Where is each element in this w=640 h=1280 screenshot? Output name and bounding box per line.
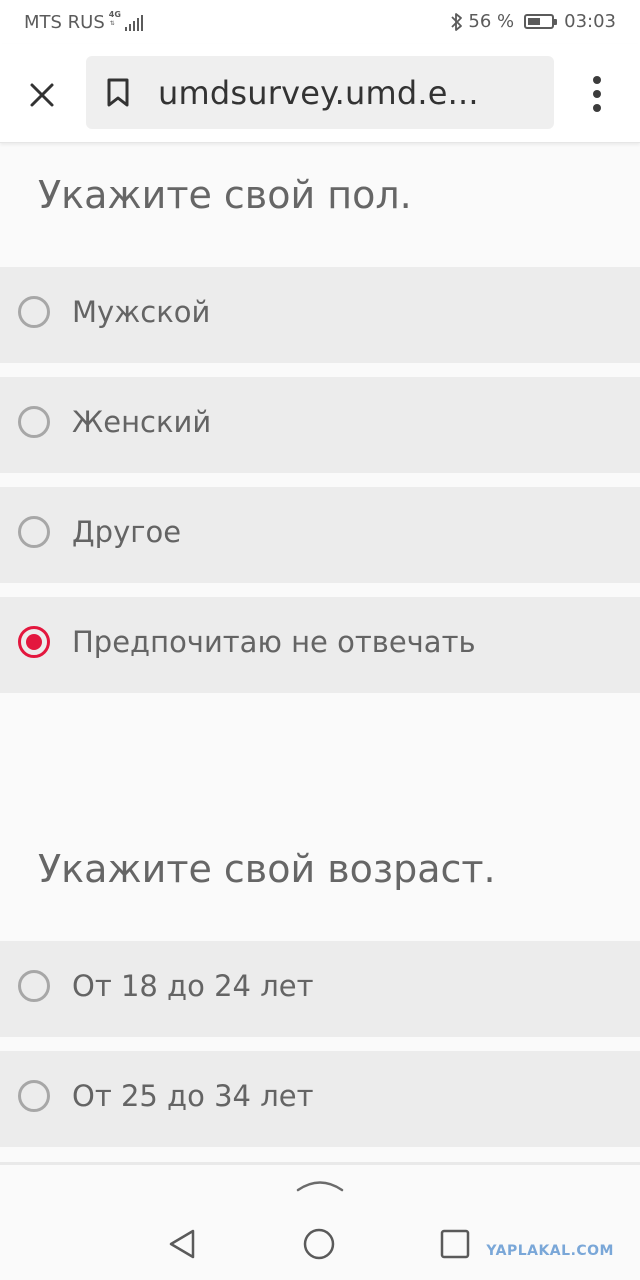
chevron-up-icon[interactable] xyxy=(296,1177,344,1193)
radio-button[interactable] xyxy=(18,296,50,328)
network-type-label: 4G xyxy=(108,10,121,19)
radio-button[interactable] xyxy=(18,516,50,548)
option-label[interactable]: Мужской xyxy=(72,295,210,329)
watermark-text: YAPLAKAL.COM xyxy=(486,1243,614,1259)
radio-button[interactable] xyxy=(18,970,50,1002)
radio-button[interactable] xyxy=(18,406,50,438)
battery-level xyxy=(528,18,541,25)
url-bar[interactable]: umdsurvey.umd.e... xyxy=(86,56,554,129)
network-type-icon: 4G ⇅ xyxy=(109,11,123,33)
option-prefer-not-to-answer[interactable]: Предпочитаю не отвечать xyxy=(0,597,640,693)
close-icon[interactable] xyxy=(22,75,62,115)
navigation-bar: YAPLAKAL.COM xyxy=(0,1162,640,1280)
battery-icon xyxy=(524,14,558,29)
status-right: 56 % 03:03 xyxy=(450,11,616,32)
question-age-title: Укажите свой возраст. xyxy=(38,847,496,891)
home-icon[interactable] xyxy=(302,1227,336,1261)
status-left: MTS RUS 4G ⇅ xyxy=(24,11,145,33)
bookmark-icon[interactable] xyxy=(106,78,130,108)
bluetooth-icon xyxy=(451,12,463,31)
option-female[interactable]: Женский xyxy=(0,377,640,473)
option-age-25-34[interactable]: От 25 до 34 лет xyxy=(0,1051,640,1147)
option-label[interactable]: Женский xyxy=(72,405,211,439)
option-label[interactable]: Предпочитаю не отвечать xyxy=(72,625,476,659)
battery-percent: 56 % xyxy=(468,11,515,32)
question-gender-title: Укажите свой пол. xyxy=(38,173,412,217)
option-age-18-24[interactable]: От 18 до 24 лет xyxy=(0,941,640,1037)
status-bar: MTS RUS 4G ⇅ 56 % 03:03 xyxy=(0,0,640,44)
option-other[interactable]: Другое xyxy=(0,487,640,583)
more-options-icon[interactable] xyxy=(582,72,612,116)
signal-strength-icon xyxy=(124,13,145,31)
phone-screen: MTS RUS 4G ⇅ 56 % 03:03 umdsurvey.umd.e.… xyxy=(0,0,640,1280)
option-label[interactable]: Другое xyxy=(72,515,181,549)
option-label[interactable]: От 18 до 24 лет xyxy=(72,969,313,1003)
data-arrows-icon: ⇅ xyxy=(109,20,115,27)
carrier-name: MTS RUS xyxy=(24,11,105,33)
url-text[interactable]: umdsurvey.umd.e... xyxy=(158,74,479,112)
option-label[interactable]: От 25 до 34 лет xyxy=(72,1079,313,1113)
option-male[interactable]: Мужской xyxy=(0,267,640,363)
browser-toolbar: umdsurvey.umd.e... xyxy=(0,44,640,143)
radio-button[interactable] xyxy=(18,1080,50,1112)
recent-apps-icon[interactable] xyxy=(438,1227,472,1261)
clock: 03:03 xyxy=(564,11,616,32)
radio-button-selected[interactable] xyxy=(18,626,50,658)
back-icon[interactable] xyxy=(166,1227,200,1261)
